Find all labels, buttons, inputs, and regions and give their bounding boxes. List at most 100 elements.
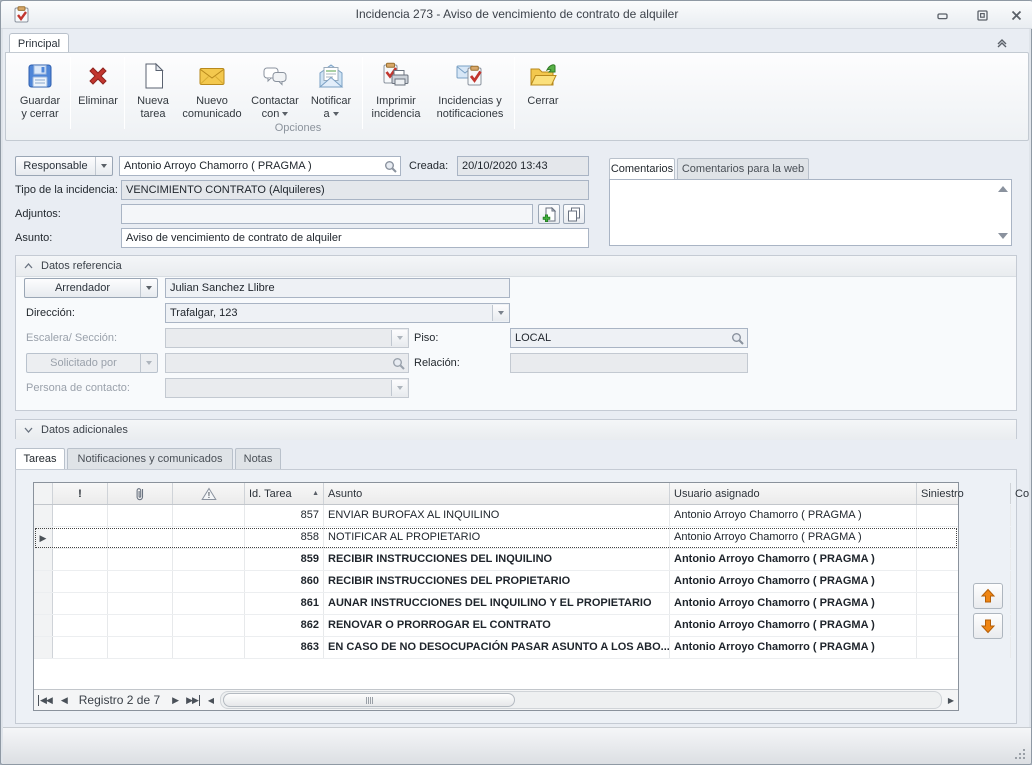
- horizontal-scrollbar[interactable]: [220, 691, 942, 709]
- hscroll-right-button[interactable]: ▶: [944, 690, 958, 710]
- persona-contacto-label: Persona de contacto:: [26, 378, 130, 398]
- maximize-button[interactable]: [969, 7, 995, 24]
- cell-priority: [53, 549, 108, 570]
- print-incident-button[interactable]: Imprimirincidencia: [365, 57, 427, 133]
- nav-first-button[interactable]: ◀◀: [34, 690, 57, 710]
- table-row[interactable]: 857 ENVIAR BUROFAX AL INQUILINO Antonio …: [34, 505, 958, 527]
- cell-attachment: [108, 637, 173, 658]
- row-indicator-header[interactable]: [34, 483, 53, 504]
- priority-column-header[interactable]: !: [53, 483, 108, 504]
- tab-notificaciones[interactable]: Notificaciones y comunicados: [67, 448, 233, 470]
- incidents-notifications-button[interactable]: Incidencias ynotificaciones: [429, 57, 511, 133]
- resize-grip[interactable]: [1015, 749, 1025, 759]
- scroll-down-icon[interactable]: [998, 233, 1008, 239]
- chevron-down-icon[interactable]: [141, 279, 157, 297]
- tab-tareas[interactable]: Tareas: [15, 448, 65, 470]
- arrendador-selector-button[interactable]: Arrendador: [24, 278, 158, 298]
- table-row[interactable]: 861 AUNAR INSTRUCCIONES DEL INQUILINO Y …: [34, 593, 958, 615]
- new-task-button[interactable]: Nuevatarea: [127, 57, 179, 133]
- creada-value: 20/10/2020 13:43: [462, 160, 548, 172]
- piso-field[interactable]: LOCAL: [510, 328, 748, 348]
- cell-attachment: [108, 549, 173, 570]
- envelope-icon: [196, 60, 228, 92]
- direccion-value: Trafalgar, 123: [170, 307, 237, 319]
- usuario-column-header[interactable]: Usuario asignado: [670, 483, 917, 504]
- tab-comentarios-web[interactable]: Comentarios para la web: [677, 158, 809, 180]
- tab-comentarios[interactable]: Comentarios: [609, 158, 675, 180]
- horizontal-scrollbar-thumb[interactable]: [223, 693, 515, 707]
- cell-asunto: ENVIAR BUROFAX AL INQUILINO: [324, 505, 670, 526]
- paperclip-icon: [135, 486, 145, 502]
- asunto-column-header[interactable]: Asunto: [324, 483, 670, 504]
- tipo-value: VENCIMIENTO CONTRATO (Alquileres): [126, 184, 325, 196]
- nav-last-button[interactable]: ▶▶: [182, 690, 204, 710]
- new-communication-label: Nuevo: [196, 95, 228, 107]
- arrendador-field[interactable]: Julian Sanchez Llibre: [165, 278, 510, 298]
- table-row[interactable]: 859 RECIBIR INSTRUCCIONES DEL INQUILINO …: [34, 549, 958, 571]
- datos-referencia-panel: Datos referencia Arrendador Julian Sanch…: [15, 255, 1017, 411]
- cell-priority: [53, 571, 108, 592]
- cell-priority: [53, 637, 108, 658]
- chevron-down-icon: [141, 354, 157, 372]
- attachment-column-header[interactable]: [108, 483, 173, 504]
- close-form-button[interactable]: Cerrar: [518, 57, 568, 133]
- table-row[interactable]: 863 EN CASO DE NO DESOCUPACIÓN PASAR ASU…: [34, 637, 958, 659]
- move-row-down-button[interactable]: [973, 613, 1003, 639]
- cell-warning: [173, 571, 245, 592]
- hscroll-left-button[interactable]: ◀: [204, 690, 218, 710]
- cell-attachment: [108, 571, 173, 592]
- siniestro-column-header[interactable]: Siniestro: [917, 483, 1011, 504]
- delete-button[interactable]: Eliminar: [73, 57, 123, 133]
- responsable-selector-button[interactable]: Responsable: [15, 156, 113, 176]
- datos-referencia-header[interactable]: Datos referencia: [16, 256, 1016, 277]
- warning-column-header[interactable]: !: [173, 483, 245, 504]
- tab-notas[interactable]: Notas: [235, 448, 281, 470]
- cell-siniestro: [917, 549, 1011, 570]
- copy-attachment-button[interactable]: [563, 204, 585, 224]
- id-tarea-column-header[interactable]: Id. Tarea ▲: [245, 483, 324, 504]
- direccion-combo[interactable]: Trafalgar, 123: [165, 303, 510, 323]
- nav-next-button[interactable]: ▶: [168, 690, 182, 710]
- record-navigator: ◀◀ ◀ Registro 2 de 7 ▶ ▶▶ ◀ ▶: [34, 689, 958, 710]
- relacion-label: Relación:: [414, 353, 460, 373]
- adjuntos-field[interactable]: [121, 204, 533, 224]
- tab-principal[interactable]: Principal: [9, 33, 69, 54]
- cell-warning: [173, 549, 245, 570]
- title-bar[interactable]: Incidencia 273 - Aviso de vencimiento de…: [1, 1, 1032, 29]
- chevron-down-icon[interactable]: [96, 157, 112, 175]
- scroll-up-icon[interactable]: [998, 186, 1008, 192]
- table-row[interactable]: 860 RECIBIR INSTRUCCIONES DEL PROPIETARI…: [34, 571, 958, 593]
- search-icon[interactable]: [731, 332, 745, 346]
- table-row[interactable]: ▶ 858 NOTIFICAR AL PROPIETARIO Antonio A…: [34, 527, 958, 549]
- minimize-button[interactable]: [929, 7, 955, 24]
- warning-icon: !: [201, 487, 217, 501]
- datos-adicionales-header[interactable]: Datos adicionales: [16, 420, 1016, 440]
- close-button[interactable]: [1003, 7, 1029, 24]
- co-column-header[interactable]: Co: [1011, 483, 1032, 504]
- print-incident-label: Imprimir: [376, 95, 416, 107]
- chevron-down-icon: [391, 330, 407, 346]
- chevron-down-icon[interactable]: [492, 305, 508, 321]
- add-attachment-button[interactable]: [538, 204, 560, 224]
- solicitado-selector-label: Solicitado por: [27, 354, 141, 372]
- close-form-label: Cerrar: [527, 95, 558, 107]
- nav-prev-button[interactable]: ◀: [57, 690, 71, 710]
- status-bar: [3, 727, 1031, 764]
- search-icon[interactable]: [384, 160, 398, 174]
- comments-textarea[interactable]: [609, 179, 1012, 246]
- new-task-label: Nueva: [137, 95, 169, 107]
- datos-adicionales-panel-header[interactable]: Datos adicionales: [15, 419, 1017, 439]
- ribbon-collapse-icon[interactable]: [994, 37, 1010, 49]
- cell-id: 862: [245, 615, 324, 636]
- move-row-up-button[interactable]: [973, 583, 1003, 609]
- save-close-button[interactable]: Guardary cerrar: [12, 57, 68, 133]
- new-communication-button[interactable]: Nuevocomunicado: [180, 57, 244, 133]
- incidents-icon: [454, 60, 486, 92]
- cell-co: [1011, 637, 1032, 658]
- asunto-label: Asunto:: [15, 228, 52, 248]
- asunto-input[interactable]: Aviso de vencimiento de contrato de alqu…: [121, 228, 589, 248]
- responsable-input[interactable]: Antonio Arroyo Chamorro ( PRAGMA ): [119, 156, 401, 176]
- svg-text:!: !: [207, 491, 210, 500]
- table-row[interactable]: 862 RENOVAR O PRORROGAR EL CONTRATO Anto…: [34, 615, 958, 637]
- cell-co: [1011, 615, 1032, 636]
